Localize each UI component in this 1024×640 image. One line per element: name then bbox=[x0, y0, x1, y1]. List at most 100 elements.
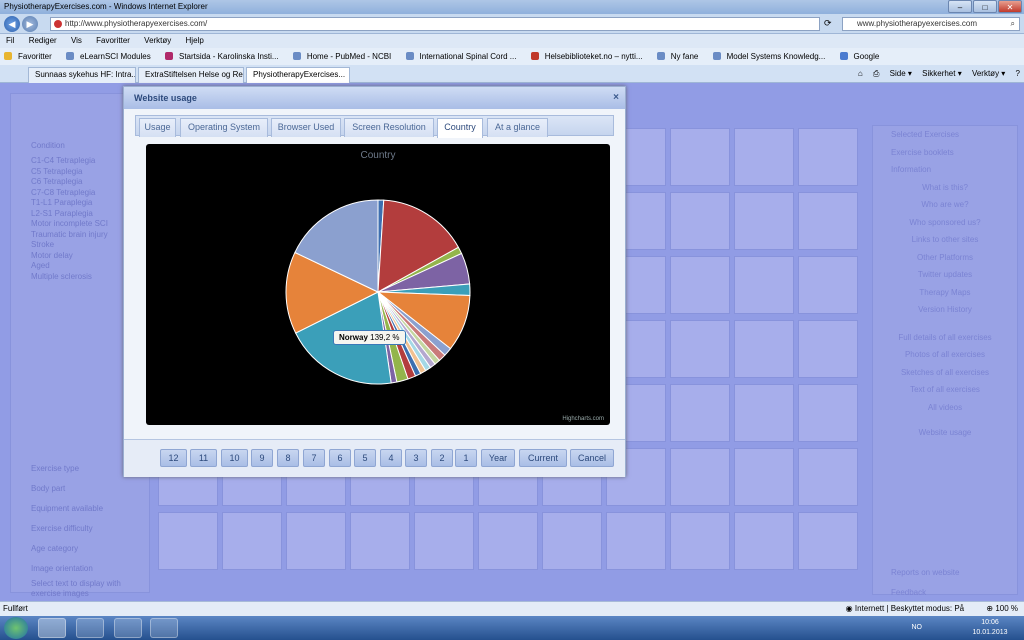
window-titlebar: PhysiotherapyExercises.com - Windows Int… bbox=[0, 0, 1024, 14]
home-icon[interactable]: ⌂ bbox=[858, 69, 863, 78]
address-bar[interactable]: http://www.physiotherapyexercises.com/ bbox=[50, 17, 820, 31]
fav-link-iscos[interactable]: International Spinal Cord ... bbox=[405, 52, 521, 61]
mail-icon[interactable] bbox=[150, 618, 178, 638]
browser-tab-physio[interactable]: PhysiotherapyExercises... bbox=[246, 67, 350, 83]
close-icon[interactable]: × bbox=[613, 87, 619, 109]
month-12-button[interactable]: 12 bbox=[160, 449, 187, 467]
cancel-button[interactable]: Cancel bbox=[570, 449, 614, 467]
favorites-bar: Favoritter eLearnSCI Modules Startsida -… bbox=[0, 48, 1024, 65]
cmd-security[interactable]: Sikkerhet ▾ bbox=[922, 69, 962, 78]
country-chart: Country Norway 139,2 % Highcharts.com bbox=[146, 144, 610, 425]
cmd-tools[interactable]: Verktøy ▾ bbox=[972, 69, 1005, 78]
security-zone[interactable]: Internett | Beskyttet modus: På bbox=[855, 604, 964, 613]
close-window-icon[interactable]: ✕ bbox=[998, 0, 1022, 13]
refresh-icon[interactable]: ⟳ bbox=[824, 18, 832, 29]
tab-operating-system[interactable]: Operating System bbox=[180, 118, 268, 137]
back-icon[interactable]: ◀ bbox=[4, 16, 20, 32]
fav-link-google[interactable]: Google bbox=[839, 52, 884, 61]
menu-favorites[interactable]: Favoritter bbox=[96, 36, 130, 45]
search-text: www.physiotherapyexercises.com bbox=[857, 19, 978, 28]
month-5-button[interactable]: 5 bbox=[354, 449, 376, 467]
address-text: http://www.physiotherapyexercises.com/ bbox=[65, 19, 208, 28]
clock-time[interactable]: 10:06 bbox=[966, 618, 1014, 628]
month-8-button[interactable]: 8 bbox=[277, 449, 299, 467]
fav-link-elearnsci[interactable]: eLearnSCI Modules bbox=[66, 52, 155, 61]
google-icon bbox=[839, 52, 848, 60]
address-row: ◀ ▶ http://www.physiotherapyexercises.co… bbox=[0, 14, 1024, 34]
page-icon bbox=[292, 52, 301, 60]
cmd-page[interactable]: Side ▾ bbox=[890, 69, 912, 78]
month-4-button[interactable]: 4 bbox=[380, 449, 402, 467]
print-icon[interactable]: ⎙ bbox=[873, 69, 879, 78]
chart-tooltip: Norway 139,2 % bbox=[333, 330, 406, 345]
fav-link-pubmed[interactable]: Home - PubMed - NCBI bbox=[292, 52, 395, 61]
internet-explorer-icon[interactable] bbox=[38, 618, 66, 638]
dialog-header: Website usage × bbox=[124, 87, 625, 109]
fav-link-helsebiblioteket[interactable]: Helsebiblioteket.no – nytti... bbox=[530, 52, 647, 61]
status-text: Fullført bbox=[3, 604, 28, 613]
start-button-icon[interactable] bbox=[4, 617, 28, 639]
menu-bar: Fil Rediger Vis Favoritter Verktøy Hjelp bbox=[0, 34, 1024, 48]
star-icon bbox=[4, 52, 12, 60]
taskbar: NO 10:06 10.01.2013 bbox=[0, 616, 1024, 640]
tab-screen-resolution[interactable]: Screen Resolution bbox=[344, 118, 434, 137]
minimize-icon[interactable]: – bbox=[948, 0, 972, 13]
tab-browser-used[interactable]: Browser Used bbox=[271, 118, 341, 137]
language-indicator[interactable]: NO bbox=[912, 623, 923, 633]
page-icon bbox=[405, 52, 414, 60]
tab-country[interactable]: Country bbox=[437, 118, 483, 138]
month-6-button[interactable]: 6 bbox=[329, 449, 351, 467]
dialog-tabs: Usage Operating System Browser Used Scre… bbox=[135, 115, 614, 138]
search-box[interactable]: www.physiotherapyexercises.com ⌕ bbox=[842, 17, 1020, 31]
search-icon[interactable]: ⌕ bbox=[1011, 18, 1015, 30]
tooltip-label: Norway bbox=[339, 333, 368, 342]
page-icon bbox=[164, 52, 173, 60]
chart-credits[interactable]: Highcharts.com bbox=[562, 416, 604, 422]
menu-view[interactable]: Vis bbox=[71, 36, 82, 45]
month-10-button[interactable]: 10 bbox=[221, 449, 248, 467]
status-bar: Fullført ◉ Internett | Beskyttet modus: … bbox=[0, 601, 1024, 616]
menu-file[interactable]: Fil bbox=[6, 36, 14, 45]
globe-icon: ◉ bbox=[845, 604, 853, 613]
current-button[interactable]: Current bbox=[519, 449, 567, 467]
browser-tab-extrastiftelsen[interactable]: ExtraStiftelsen Helse og Re... bbox=[138, 67, 244, 83]
chart-title: Country bbox=[360, 150, 396, 161]
media-player-icon[interactable] bbox=[114, 618, 142, 638]
browser-tab-sunnaas[interactable]: Sunnaas sykehus HF: Intra... bbox=[28, 67, 136, 83]
tab-usage[interactable]: Usage bbox=[139, 118, 176, 137]
page-icon bbox=[66, 52, 75, 60]
month-7-button[interactable]: 7 bbox=[303, 449, 325, 467]
month-9-button[interactable]: 9 bbox=[251, 449, 273, 467]
tooltip-value: 139,2 % bbox=[370, 333, 400, 342]
page-icon bbox=[530, 52, 539, 60]
menu-help[interactable]: Hjelp bbox=[186, 36, 204, 45]
month-3-button[interactable]: 3 bbox=[405, 449, 427, 467]
site-favicon-icon bbox=[54, 20, 62, 28]
folder-icon[interactable] bbox=[76, 618, 104, 638]
fav-link-karolinska[interactable]: Startsida - Karolinska Insti... bbox=[164, 52, 283, 61]
status-right: ◉ Internett | Beskyttet modus: På ⊕ 100 … bbox=[846, 602, 1018, 616]
website-usage-dialog: Website usage × Usage Operating System B… bbox=[123, 86, 626, 477]
tab-at-a-glance[interactable]: At a glance bbox=[487, 118, 548, 137]
pie-chart bbox=[285, 199, 471, 385]
clock-date[interactable]: 10.01.2013 bbox=[966, 628, 1014, 638]
fav-link-msktc[interactable]: Model Systems Knowledg... bbox=[712, 52, 830, 61]
dialog-title: Website usage bbox=[134, 93, 197, 103]
fav-link-new-tab[interactable]: Ny fane bbox=[656, 52, 703, 61]
zoom-level[interactable]: 100 % bbox=[995, 604, 1018, 613]
command-bar: ⌂ ⎙ Side ▾ Sikkerhet ▾ Verktøy ▾ ? bbox=[850, 65, 1020, 83]
window-title: PhysiotherapyExercises.com - Windows Int… bbox=[4, 2, 208, 11]
maximize-icon[interactable]: □ bbox=[973, 0, 997, 13]
forward-icon[interactable]: ▶ bbox=[22, 16, 38, 32]
menu-tools[interactable]: Verktøy bbox=[144, 36, 171, 45]
help-icon[interactable]: ? bbox=[1016, 69, 1020, 78]
month-2-button[interactable]: 2 bbox=[431, 449, 453, 467]
zoom-icon: ⊕ bbox=[986, 604, 994, 613]
month-11-button[interactable]: 11 bbox=[190, 449, 217, 467]
page-icon bbox=[712, 52, 721, 60]
year-button[interactable]: Year bbox=[481, 449, 515, 467]
menu-edit[interactable]: Rediger bbox=[29, 36, 57, 45]
month-1-button[interactable]: 1 bbox=[455, 449, 477, 467]
favorites-button[interactable]: Favoritter bbox=[4, 52, 56, 61]
page-icon bbox=[656, 52, 665, 60]
